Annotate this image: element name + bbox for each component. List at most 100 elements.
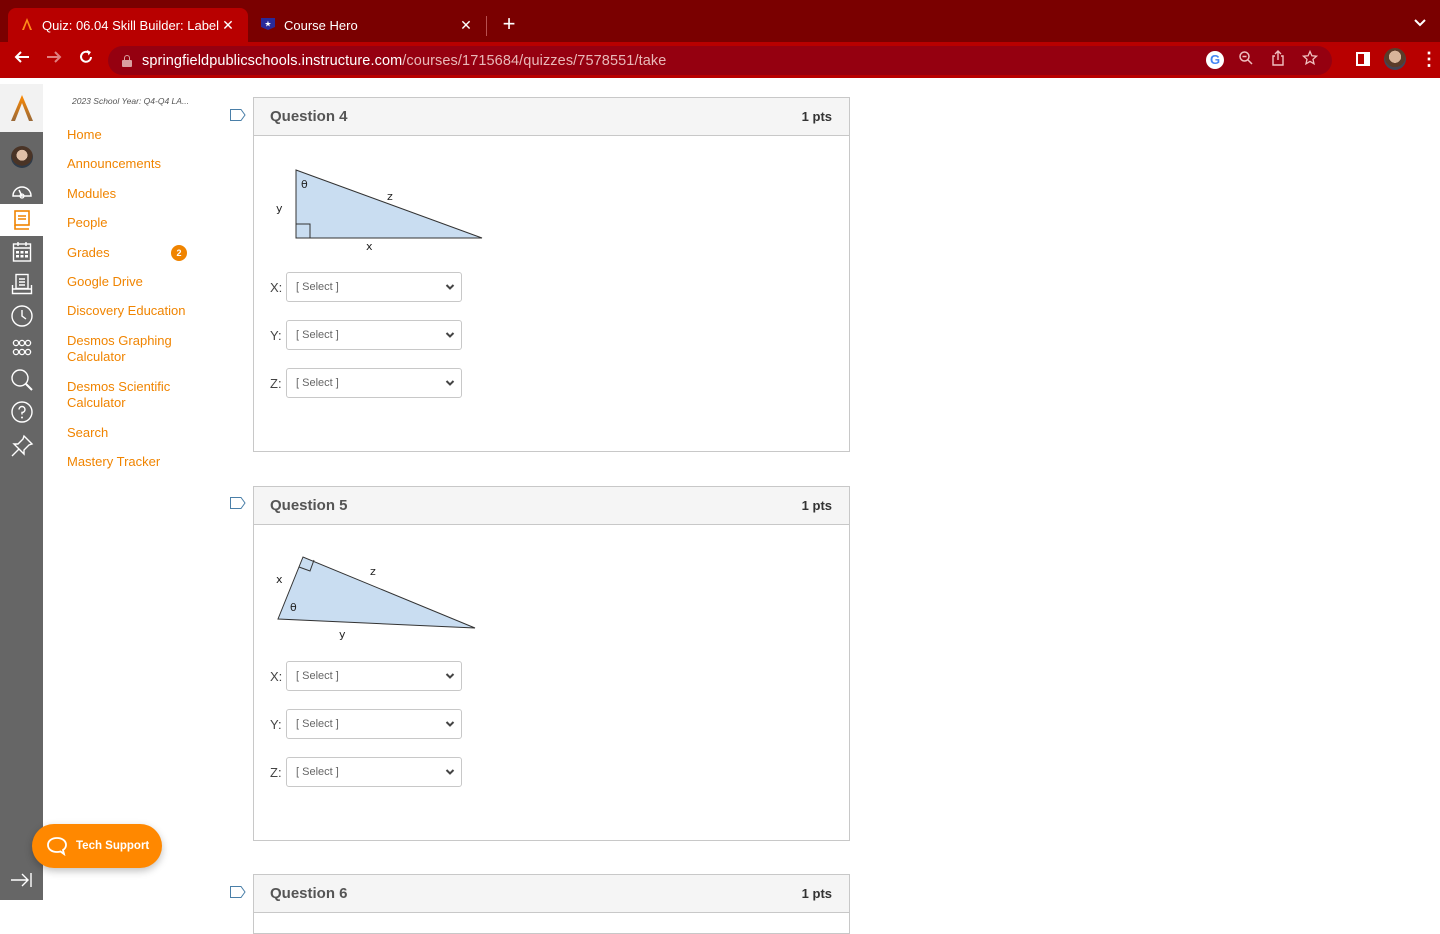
triangle-shape [295, 169, 483, 239]
reload-button[interactable] [74, 48, 98, 72]
tab-title: Quiz: 06.04 Skill Builder: Label [42, 17, 220, 33]
inbox-icon [11, 273, 32, 295]
course-nav-home[interactable]: Home [67, 127, 102, 143]
global-nav-help[interactable] [0, 396, 43, 428]
global-nav-courses[interactable] [0, 204, 43, 236]
reload-icon [80, 50, 92, 63]
hypotenuse-label: z [387, 190, 393, 203]
answer-select-y[interactable]: [ Select ] [286, 709, 462, 739]
global-nav-inbox[interactable] [0, 268, 43, 300]
search-icon [10, 369, 33, 391]
global-nav-account[interactable] [0, 141, 43, 173]
answer-label: X: [270, 279, 283, 295]
tech-support-button[interactable]: Tech Support [32, 824, 162, 868]
horizontal-leg-label: x [366, 240, 373, 253]
answer-row-x: X: [ Select ] [270, 661, 462, 691]
tab-quiz[interactable]: Quiz: 06.04 Skill Builder: Label ✕ [8, 8, 248, 42]
answer-select-z[interactable]: [ Select ] [286, 368, 462, 398]
question-header: Question 5 1 pts [254, 487, 849, 525]
flag-question-icon[interactable] [230, 497, 246, 509]
address-bar[interactable]: springfieldpublicschools.instructure.com… [108, 46, 1332, 75]
canvas-logo-icon [10, 95, 33, 121]
new-tab-button[interactable]: + [498, 12, 520, 36]
profile-avatar[interactable] [1384, 48, 1406, 70]
course-title[interactable]: 2023 School Year: Q4-Q4 LA... [72, 96, 207, 106]
course-nav-search[interactable]: Search [67, 425, 108, 441]
question-header: Question 6 1 pts [254, 875, 849, 913]
course-nav-desmos-graphing[interactable]: Desmos Graphing Calculator [67, 333, 187, 365]
select-value: [ Select ] [296, 329, 339, 341]
calendar-icon [12, 242, 31, 262]
answer-label: Z: [270, 764, 282, 780]
zoom-out-icon[interactable] [1236, 50, 1256, 70]
question-4: Question 4 1 pts θ z y x X: [ Select ] Y… [253, 97, 850, 452]
course-nav-google-drive[interactable]: Google Drive [67, 274, 143, 290]
answer-row-z: Z: [ Select ] [270, 368, 462, 398]
clock-icon [10, 305, 33, 327]
global-nav-pin[interactable] [0, 430, 43, 462]
back-button[interactable] [10, 48, 34, 72]
answer-select-z[interactable]: [ Select ] [286, 757, 462, 787]
course-nav-desmos-scientific[interactable]: Desmos Scientific Calculator [67, 379, 179, 411]
select-value: [ Select ] [296, 670, 339, 682]
short-leg-label: x [276, 573, 283, 586]
question-title: Question 4 [270, 108, 348, 125]
chevron-down-icon [445, 380, 455, 386]
chevron-down-icon [445, 721, 455, 727]
answer-label: Y: [270, 327, 282, 343]
global-nav-calendar[interactable] [0, 236, 43, 268]
answer-select-x[interactable]: [ Select ] [286, 661, 462, 691]
course-nav-modules[interactable]: Modules [67, 186, 116, 202]
canvas-logo-icon [20, 17, 34, 34]
global-nav-history[interactable] [0, 300, 43, 332]
browser-tab-bar: Quiz: 06.04 Skill Builder: Label ✕ ★ Cou… [0, 0, 1440, 42]
global-nav-dashboard[interactable] [0, 174, 43, 206]
global-nav-search[interactable] [0, 364, 43, 396]
select-value: [ Select ] [296, 766, 339, 778]
forward-arrow-icon [47, 51, 62, 63]
back-arrow-icon [14, 51, 29, 63]
dashboard-gauge-icon [11, 186, 32, 199]
tab-search-chevron-icon[interactable] [1414, 14, 1426, 30]
url-path: /courses/1715684/quizzes/7578551/take [402, 52, 667, 69]
vertical-leg-label: y [276, 202, 283, 215]
course-nav-discovery-education[interactable]: Discovery Education [67, 303, 186, 319]
course-nav-announcements[interactable]: Announcements [67, 156, 161, 172]
grades-count-badge: 2 [171, 245, 187, 261]
collapse-nav-button[interactable] [10, 870, 34, 890]
theta-label: θ [301, 178, 308, 191]
google-lens-icon[interactable]: G [1206, 51, 1224, 69]
close-tab-icon[interactable]: ✕ [220, 17, 236, 34]
side-panel-icon[interactable] [1356, 52, 1370, 66]
answer-label: X: [270, 668, 283, 684]
hypotenuse-label: z [370, 565, 376, 578]
forward-button[interactable] [42, 48, 66, 72]
answer-select-y[interactable]: [ Select ] [286, 320, 462, 350]
bookmark-star-icon[interactable] [1300, 49, 1320, 70]
course-nav-people[interactable]: People [67, 215, 107, 231]
question-points: 1 pts [801, 886, 832, 901]
course-nav-grades-row: Grades 2 [67, 245, 192, 261]
question-points: 1 pts [801, 498, 832, 513]
institution-logo[interactable] [0, 84, 43, 132]
course-hero-icon: ★ [260, 17, 276, 34]
answer-select-x[interactable]: [ Select ] [286, 272, 462, 302]
global-navigation [0, 84, 43, 900]
share-icon[interactable] [1268, 50, 1288, 70]
close-tab-icon[interactable]: ✕ [458, 17, 474, 34]
url-text[interactable]: springfieldpublicschools.instructure.com… [142, 53, 666, 69]
answer-row-y: Y: [ Select ] [270, 709, 462, 739]
url-domain: springfieldpublicschools.instructure.com [142, 52, 403, 69]
more-menu-icon[interactable]: ⋮ [1420, 48, 1438, 70]
course-nav-mastery-tracker[interactable]: Mastery Tracker [67, 454, 160, 470]
svg-text:★: ★ [264, 19, 271, 28]
tab-course-hero[interactable]: ★ Course Hero ✕ [248, 8, 486, 42]
question-6: Question 6 1 pts [253, 874, 850, 934]
tab-title: Course Hero [284, 17, 358, 33]
flag-question-icon[interactable] [230, 109, 246, 121]
flag-question-icon[interactable] [230, 886, 246, 898]
question-title: Question 6 [270, 885, 348, 902]
global-nav-commons[interactable] [0, 332, 43, 364]
answer-label: Z: [270, 375, 282, 391]
help-icon [10, 401, 33, 423]
